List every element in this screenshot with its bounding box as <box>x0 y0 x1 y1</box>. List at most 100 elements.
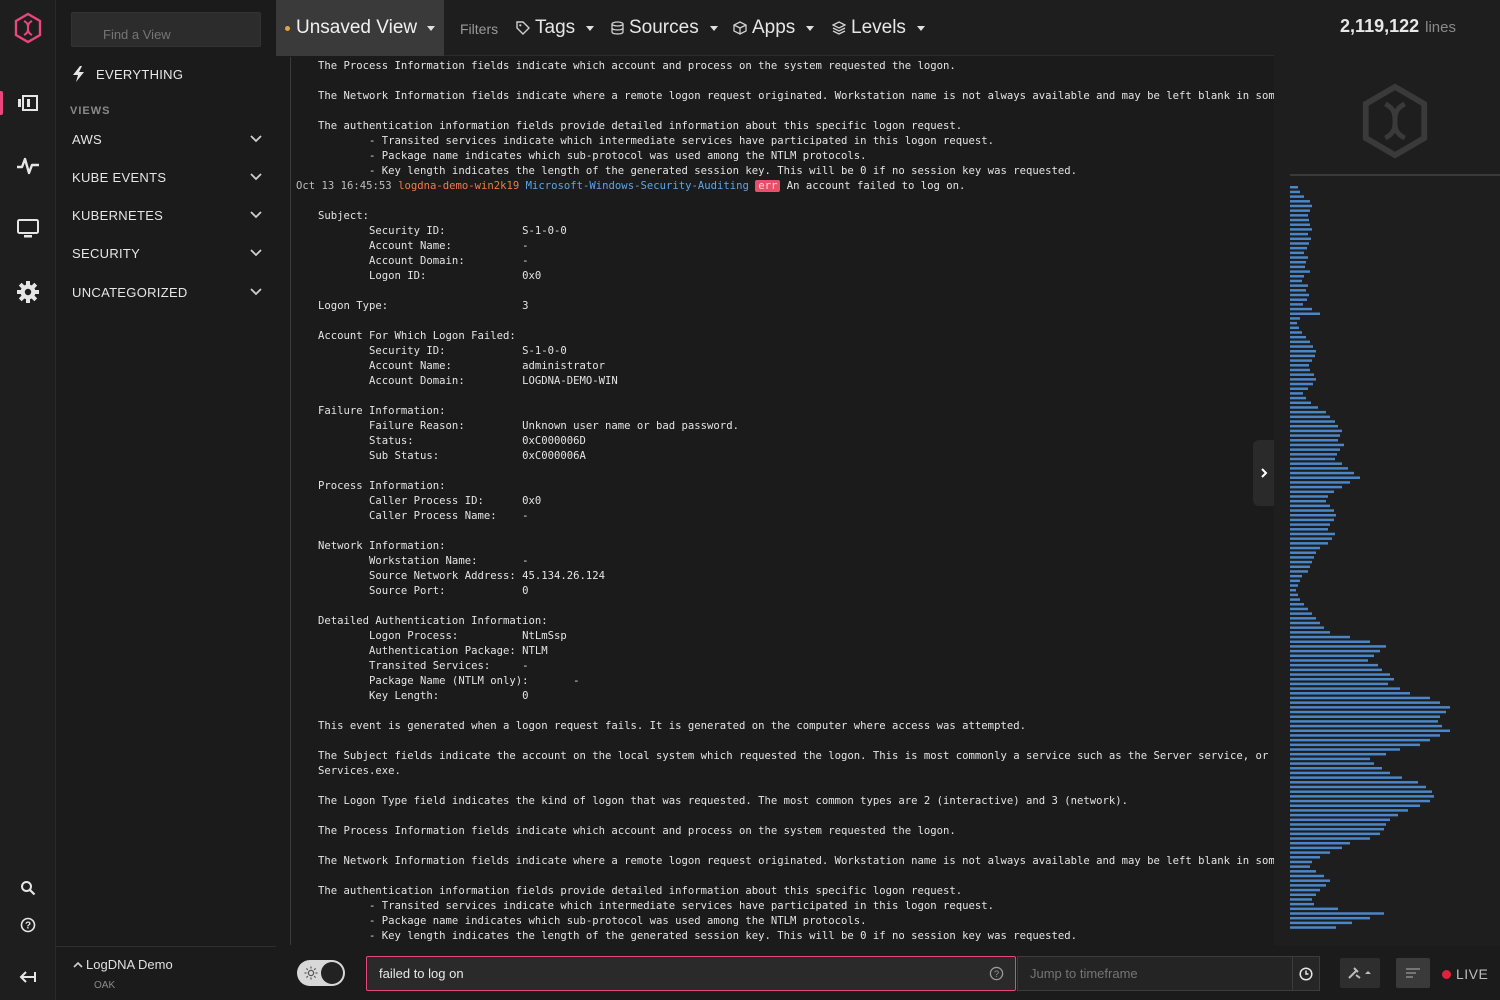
histogram-bar[interactable] <box>1290 532 1335 536</box>
histogram-bar[interactable] <box>1290 560 1312 564</box>
line-wrap-button[interactable] <box>1396 958 1430 988</box>
histogram-bar[interactable] <box>1290 696 1430 700</box>
histogram-bar[interactable] <box>1290 584 1298 587</box>
histogram-bar[interactable] <box>1290 265 1305 269</box>
log-host[interactable]: logdna-demo-win2k19 <box>398 180 519 192</box>
histogram-bar[interactable] <box>1290 776 1402 779</box>
histogram-bar[interactable] <box>1290 209 1310 212</box>
histogram-bar[interactable] <box>1290 720 1438 723</box>
histogram-bar[interactable] <box>1290 921 1352 925</box>
histogram-bar[interactable] <box>1290 326 1299 330</box>
histogram-bar[interactable] <box>1290 218 1309 222</box>
histogram-bar[interactable] <box>1290 898 1312 901</box>
histogram-bar[interactable] <box>1290 640 1370 643</box>
histogram-bar[interactable] <box>1290 523 1330 526</box>
sources-filter-button[interactable]: Sources <box>611 16 718 40</box>
histogram-bar[interactable] <box>1290 724 1442 728</box>
histogram-bar[interactable] <box>1290 785 1426 789</box>
histogram-bar[interactable] <box>1290 303 1303 306</box>
histogram-bar[interactable] <box>1290 401 1311 405</box>
histogram-bar[interactable] <box>1290 307 1312 311</box>
everything-view-link[interactable]: EVERYTHING <box>72 66 183 82</box>
log-viewer[interactable]: The Process Information fields indicate … <box>290 57 1274 945</box>
histogram-bar[interactable] <box>1290 232 1308 236</box>
histogram-bar[interactable] <box>1290 321 1297 325</box>
histogram-bar[interactable] <box>1290 832 1380 836</box>
histogram-bar[interactable] <box>1290 687 1400 690</box>
histogram-bar[interactable] <box>1290 228 1312 231</box>
histogram-bar[interactable] <box>1290 429 1342 433</box>
org-switcher[interactable]: LogDNA Demo OAK <box>56 946 276 1000</box>
histogram-bar[interactable] <box>1290 312 1320 315</box>
histogram-bar[interactable] <box>1290 364 1309 367</box>
histogram-bar[interactable] <box>1290 335 1306 339</box>
histogram-bar[interactable] <box>1290 902 1314 906</box>
histogram-bar[interactable] <box>1290 223 1310 226</box>
tools-button[interactable] <box>1340 958 1380 988</box>
screens-monitor-icon[interactable] <box>0 207 56 251</box>
histogram-bar[interactable] <box>1290 214 1308 217</box>
histogram-bar[interactable] <box>1290 757 1370 761</box>
histogram-bar[interactable] <box>1290 275 1304 278</box>
search-query-input[interactable] <box>366 956 1016 991</box>
histogram-bar[interactable] <box>1290 237 1311 241</box>
find-view-input[interactable] <box>71 12 261 47</box>
histogram-bar[interactable] <box>1290 251 1304 255</box>
category-security[interactable]: SECURITY <box>72 243 262 263</box>
histogram-bar[interactable] <box>1290 420 1335 423</box>
histogram-bar[interactable] <box>1290 546 1320 550</box>
histogram-bar[interactable] <box>1290 340 1310 344</box>
histogram-bar[interactable] <box>1290 556 1314 559</box>
histogram-bar[interactable] <box>1290 260 1306 264</box>
histogram-bar[interactable] <box>1290 579 1300 583</box>
histogram-bar[interactable] <box>1290 874 1324 878</box>
histogram-bar[interactable] <box>1290 186 1298 189</box>
histogram-bar[interactable] <box>1290 762 1374 765</box>
histogram-bar[interactable] <box>1290 345 1313 348</box>
histogram-bar[interactable] <box>1290 771 1390 775</box>
histogram-bar[interactable] <box>1290 818 1390 822</box>
histogram-bar[interactable] <box>1290 752 1386 756</box>
histogram-bar[interactable] <box>1290 851 1330 854</box>
timeframe-clock-button[interactable] <box>1292 956 1320 991</box>
histogram-bar[interactable] <box>1290 396 1306 400</box>
histogram-bar[interactable] <box>1290 462 1342 465</box>
histogram-bar[interactable] <box>1290 382 1313 386</box>
histogram-bar[interactable] <box>1290 645 1386 648</box>
histogram-bar[interactable] <box>1290 846 1342 850</box>
category-kubernetes[interactable]: KUBERNETES <box>72 205 262 225</box>
histogram-bar[interactable] <box>1290 368 1310 372</box>
histogram-bar[interactable] <box>1290 837 1370 840</box>
histogram-bar[interactable] <box>1290 471 1354 475</box>
histogram-bar[interactable] <box>1290 729 1450 733</box>
histogram-bar[interactable] <box>1290 677 1394 681</box>
logdna-logo-icon[interactable] <box>0 6 56 50</box>
apps-filter-button[interactable]: Apps <box>733 16 815 40</box>
histogram-bar[interactable] <box>1290 406 1318 409</box>
histogram-bar[interactable] <box>1290 715 1440 718</box>
histogram-bar[interactable] <box>1290 673 1390 676</box>
histogram-bar[interactable] <box>1290 860 1312 864</box>
histogram-bar[interactable] <box>1290 270 1310 273</box>
histogram-bar[interactable] <box>1290 485 1342 489</box>
histogram-bar[interactable] <box>1290 907 1338 911</box>
histogram-bar[interactable] <box>1290 349 1316 353</box>
graphs-pulse-icon[interactable] <box>0 144 56 188</box>
log-entry-header[interactable]: Oct 13 16:45:53 logdna-demo-win2k19 Micr… <box>296 179 965 194</box>
histogram-bar[interactable] <box>1290 289 1306 292</box>
histogram-bar[interactable] <box>1290 354 1315 358</box>
histogram-bar[interactable] <box>1290 387 1308 390</box>
histogram-bar[interactable] <box>1290 612 1312 615</box>
histogram-bar[interactable] <box>1290 476 1360 479</box>
histogram-bar[interactable] <box>1290 654 1374 658</box>
histogram-bar[interactable] <box>1290 434 1340 437</box>
histogram-bar[interactable] <box>1290 893 1316 897</box>
histogram-bar[interactable] <box>1290 916 1370 920</box>
histogram-bar[interactable] <box>1290 767 1382 770</box>
histogram-bar[interactable] <box>1290 298 1307 301</box>
histogram-bar[interactable] <box>1290 504 1330 508</box>
category-uncategorized[interactable]: UNCATEGORIZED <box>72 282 262 302</box>
log-level-badge[interactable]: err <box>755 180 781 192</box>
histogram-bar[interactable] <box>1290 293 1309 297</box>
histogram-bar[interactable] <box>1290 659 1368 662</box>
